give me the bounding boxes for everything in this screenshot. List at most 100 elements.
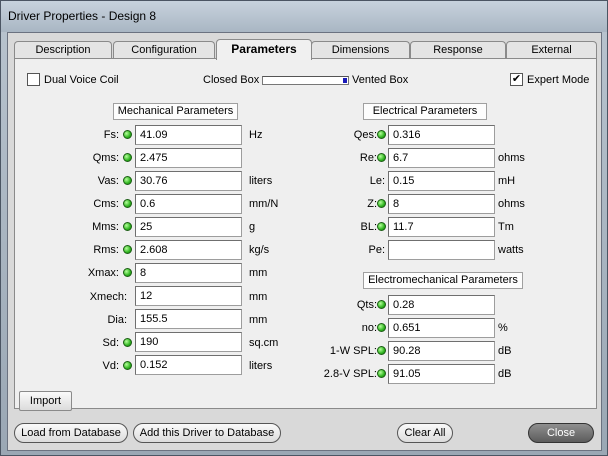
- param-unit: %: [498, 322, 508, 334]
- status-led-icon: [123, 222, 132, 231]
- param-unit: Tm: [498, 221, 514, 233]
- z-input[interactable]: 8: [388, 194, 495, 214]
- param-unit: dB: [498, 368, 512, 380]
- status-led-icon: [123, 245, 132, 254]
- tab-description[interactable]: Description: [14, 41, 112, 59]
- param-label: Rms:: [93, 244, 119, 256]
- param-unit: mm/N: [249, 198, 279, 210]
- rms-input[interactable]: 2.608: [135, 240, 242, 260]
- spl-1w-input[interactable]: 90.28: [388, 341, 495, 361]
- qes-input[interactable]: 0.316: [388, 125, 495, 145]
- status-led-icon: [377, 369, 386, 378]
- window-title: Driver Properties - Design 8: [8, 9, 157, 23]
- qms-input[interactable]: 2.475: [135, 148, 242, 168]
- dialog-client-area: Description Configuration Parameters Dim…: [7, 32, 602, 451]
- param-label: Dia:: [107, 314, 127, 326]
- mms-input[interactable]: 25: [135, 217, 242, 237]
- status-led-icon: [123, 361, 132, 370]
- status-led-icon: [377, 222, 386, 231]
- vas-input[interactable]: 30.76: [135, 171, 242, 191]
- tab-configuration[interactable]: Configuration: [113, 41, 215, 59]
- dia-input[interactable]: 155.5: [135, 309, 242, 329]
- efficiency-input[interactable]: 0.651: [388, 318, 495, 338]
- param-label: Qts:: [356, 299, 377, 311]
- param-unit: sq.cm: [249, 337, 279, 349]
- param-unit: liters: [249, 175, 273, 187]
- driver-properties-window: Driver Properties - Design 8 Description…: [0, 0, 608, 456]
- expert-mode-checkbox[interactable]: ✔: [510, 73, 523, 86]
- status-led-icon: [123, 199, 132, 208]
- param-unit: dB: [498, 345, 512, 357]
- status-led-icon: [123, 268, 132, 277]
- param-unit: mH: [498, 175, 516, 187]
- title-bar[interactable]: Driver Properties - Design 8: [1, 1, 607, 32]
- param-label: 2.8-V SPL:: [323, 368, 377, 380]
- param-unit: ohms: [498, 198, 525, 210]
- sd-input[interactable]: 190: [135, 332, 242, 352]
- param-label: Mms:: [92, 221, 119, 233]
- status-led-icon: [123, 176, 132, 185]
- param-unit: mm: [249, 291, 268, 303]
- param-label: Sd:: [102, 337, 119, 349]
- status-led-icon: [377, 153, 386, 162]
- param-label: Z:: [367, 198, 377, 210]
- status-led-icon: [123, 153, 132, 162]
- box-type-slider[interactable]: [262, 76, 349, 85]
- import-button[interactable]: Import: [19, 391, 72, 411]
- param-label: Vas:: [97, 175, 119, 187]
- dual-voice-coil-checkbox[interactable]: [27, 73, 40, 86]
- param-label: Qms:: [92, 152, 119, 164]
- param-label: Xmax:: [87, 267, 119, 279]
- box-type-slider-thumb[interactable]: [343, 78, 347, 83]
- electrical-parameters-heading: Electrical Parameters: [363, 103, 487, 120]
- param-unit: mm: [249, 267, 268, 279]
- param-unit: mm: [249, 314, 268, 326]
- tab-parameters[interactable]: Parameters: [216, 39, 312, 60]
- pe-input[interactable]: [388, 240, 495, 260]
- qts-input[interactable]: 0.28: [388, 295, 495, 315]
- param-label: BL:: [360, 221, 377, 233]
- param-unit: g: [249, 221, 256, 233]
- param-unit: kg/s: [249, 244, 270, 256]
- param-label: Re:: [359, 152, 377, 164]
- mechanical-parameters-heading: Mechanical Parameters: [113, 103, 238, 120]
- param-unit: liters: [249, 360, 273, 372]
- status-led-icon: [377, 346, 386, 355]
- spl-2-8v-input[interactable]: 91.05: [388, 364, 495, 384]
- param-label: Pe:: [368, 244, 385, 256]
- param-label: Qes:: [353, 129, 377, 141]
- param-label: no:: [361, 322, 377, 334]
- tab-dimensions[interactable]: Dimensions: [311, 41, 410, 59]
- status-led-icon: [377, 323, 386, 332]
- param-label: Le:: [369, 175, 385, 187]
- param-unit: Hz: [249, 129, 263, 141]
- param-unit: watts: [498, 244, 524, 256]
- tab-response[interactable]: Response: [410, 41, 506, 59]
- dual-voice-coil-label: Dual Voice Coil: [44, 74, 119, 86]
- status-led-icon: [123, 338, 132, 347]
- re-input[interactable]: 6.7: [388, 148, 495, 168]
- load-from-database-button[interactable]: Load from Database: [14, 423, 128, 443]
- clear-all-button[interactable]: Clear All: [397, 423, 453, 443]
- param-label: Cms:: [93, 198, 119, 210]
- status-led-icon: [377, 199, 386, 208]
- xmax-input[interactable]: 8: [135, 263, 242, 283]
- param-label: Fs:: [103, 129, 119, 141]
- electromechanical-parameters-heading: Electromechanical Parameters: [363, 272, 523, 289]
- tab-external[interactable]: External: [506, 41, 597, 59]
- add-to-database-button[interactable]: Add this Driver to Database: [133, 423, 281, 443]
- param-unit: ohms: [498, 152, 525, 164]
- closed-box-label: Closed Box: [203, 74, 260, 86]
- param-label: Xmech:: [89, 291, 127, 303]
- close-button[interactable]: Close: [528, 423, 594, 443]
- bl-input[interactable]: 11.7: [388, 217, 495, 237]
- fs-input[interactable]: 41.09: [135, 125, 242, 145]
- param-label: 1-W SPL:: [329, 345, 377, 357]
- le-input[interactable]: 0.15: [388, 171, 495, 191]
- xmech-input[interactable]: 12: [135, 286, 242, 306]
- param-label: Vd:: [102, 360, 119, 372]
- vd-input[interactable]: 0.152: [135, 355, 242, 375]
- parameters-panel: Dual Voice Coil Closed Box Vented Box ✔ …: [14, 58, 597, 409]
- cms-input[interactable]: 0.6: [135, 194, 242, 214]
- expert-mode-label: Expert Mode: [527, 74, 590, 86]
